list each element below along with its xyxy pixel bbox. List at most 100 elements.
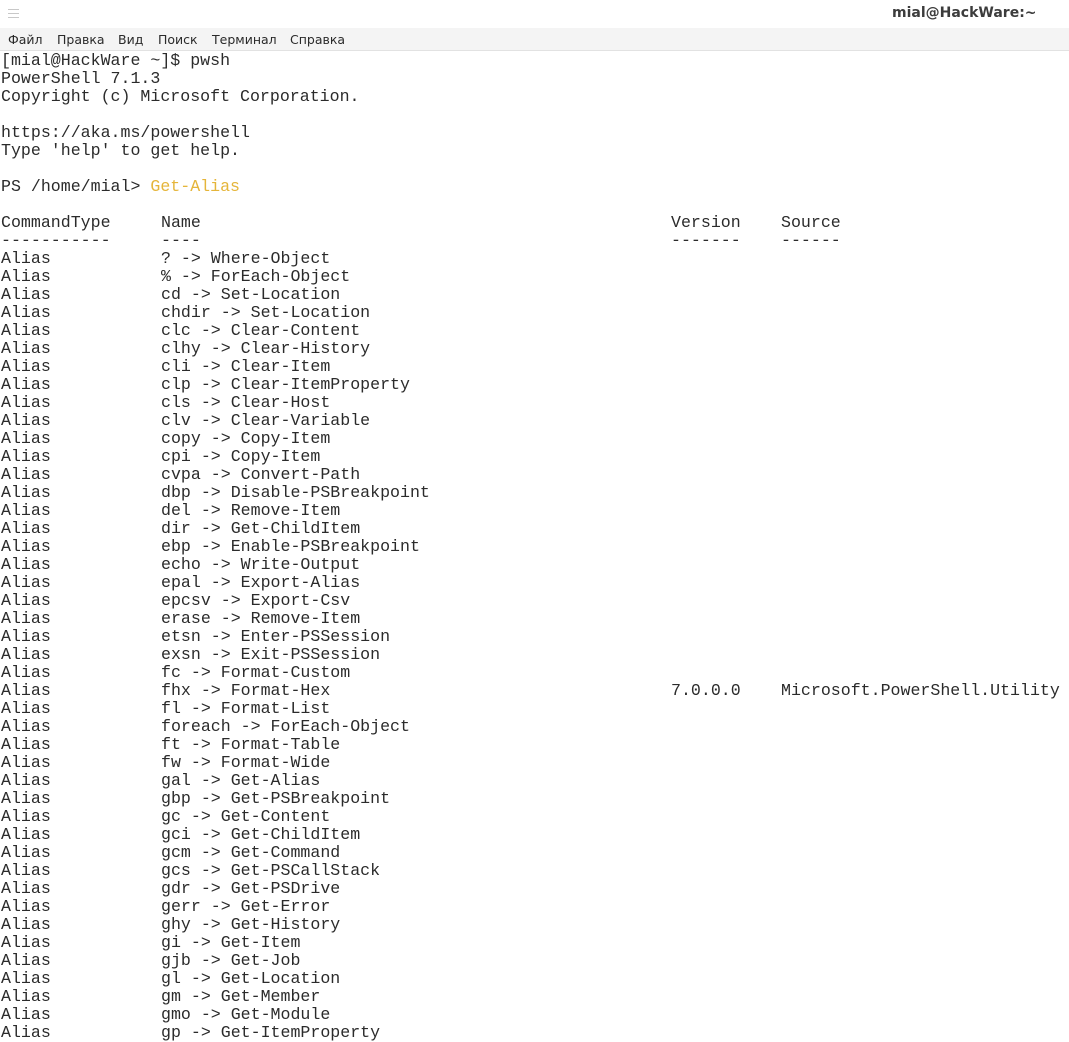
cell-name: cd -> Set-Location [161,285,341,304]
table-row: Alias ? -> Where-Object [1,250,1069,268]
table-row: Alias clhy -> Clear-History [1,340,1069,358]
table-row: Alias gcs -> Get-PSCallStack [1,862,1069,880]
cell-name: gjb -> Get-Job [161,951,301,970]
cell-name: chdir -> Set-Location [161,303,371,322]
cell-name: echo -> Write-Output [161,555,361,574]
cell-name: ebp -> Enable-PSBreakpoint [161,537,420,556]
table-row: Alias clv -> Clear-Variable [1,412,1069,430]
cell-name: cls -> Clear-Host [161,393,331,412]
cell-commandtype: Alias [1,987,51,1006]
table-row: Alias cvpa -> Convert-Path [1,466,1069,484]
table-row: Alias fhx -> Format-Hex 7.0.0.0 Microsoft.P… [1,682,1069,700]
cell-commandtype: Alias [1,1005,51,1024]
cell-name: foreach -> ForEach-Object [161,717,410,736]
cell-commandtype: Alias [1,771,51,790]
cell-name: gerr -> Get-Error [161,897,331,916]
cell-name: fl -> Format-List [161,699,331,718]
cell-name: gm -> Get-Member [161,987,321,1006]
cell-commandtype: Alias [1,321,51,340]
cell-commandtype: Alias [1,717,51,736]
cell-name: gp -> Get-ItemProperty [161,1023,381,1042]
cell-name: exsn -> Exit-PSSession [161,645,381,664]
cell-commandtype: Alias [1,735,51,754]
cell-name: del -> Remove-Item [161,501,341,520]
cell-commandtype: Alias [1,249,51,268]
cell-name: epal -> Export-Alias [161,573,361,592]
menu-search[interactable]: Поиск [158,32,198,47]
cell-version: 7.0.0.0 [671,681,741,700]
cell-commandtype: Alias [1,681,51,700]
cell-commandtype: Alias [1,915,51,934]
cell-commandtype: Alias [1,267,51,286]
title-bar: mial@HackWare:~ [0,0,1069,28]
menu-terminal[interactable]: Терминал [212,32,277,47]
cell-commandtype: Alias [1,339,51,358]
cell-name: ghy -> Get-History [161,915,341,934]
cell-commandtype: Alias [1,393,51,412]
menu-edit[interactable]: Правка [57,32,105,47]
table-separator: ----------- ---- ------- ------ [1,232,1069,250]
table-row: Alias etsn -> Enter-PSSession [1,628,1069,646]
cell-commandtype: Alias [1,753,51,772]
cell-commandtype: Alias [1,879,51,898]
cell-name: ? -> Where-Object [161,249,331,268]
cell-name: dir -> Get-ChildItem [161,519,361,538]
menu-bar: Файл Правка Вид Поиск Терминал Справка [0,28,1069,51]
ps-command-line: PS /home/mial> Get-Alias [1,178,1069,196]
cell-commandtype: Alias [1,519,51,538]
cell-commandtype: Alias [1,429,51,448]
cell-commandtype: Alias [1,591,51,610]
table-row: Alias cd -> Set-Location [1,286,1069,304]
cell-commandtype: Alias [1,537,51,556]
table-row: Alias gc -> Get-Content [1,808,1069,826]
table-row: Alias copy -> Copy-Item [1,430,1069,448]
terminal-output[interactable]: [mial@HackWare ~]$ pwsh PowerShell 7.1.3… [1,52,1069,1042]
cell-name: gi -> Get-Item [161,933,301,952]
cell-commandtype: Alias [1,465,51,484]
cell-commandtype: Alias [1,483,51,502]
cell-name: fw -> Format-Wide [161,753,331,772]
cell-name: clhy -> Clear-History [161,339,371,358]
cell-name: erase -> Remove-Item [161,609,361,628]
cell-name: gl -> Get-Location [161,969,341,988]
cell-commandtype: Alias [1,609,51,628]
table-row: Alias gal -> Get-Alias [1,772,1069,790]
table-row: Alias gi -> Get-Item [1,934,1069,952]
alias-table-body: Alias ? -> Where-Object Alias % -> ForEach-… [1,250,1069,1042]
hamburger-menu-icon[interactable] [8,9,19,18]
table-row: Alias gci -> Get-ChildItem [1,826,1069,844]
table-row: Alias cls -> Clear-Host [1,394,1069,412]
cell-name: clp -> Clear-ItemProperty [161,375,410,394]
header-commandtype: CommandType [1,213,111,232]
cell-commandtype: Alias [1,357,51,376]
cell-name: cli -> Clear-Item [161,357,331,376]
table-row: Alias fc -> Format-Custom [1,664,1069,682]
table-header: CommandType Name Version Source [1,214,1069,232]
shell-prompt-line: [mial@HackWare ~]$ pwsh [1,52,231,70]
cell-name: cpi -> Copy-Item [161,447,321,466]
header-source: Source [781,213,841,232]
table-row: Alias gm -> Get-Member [1,988,1069,1006]
cell-name: fc -> Format-Custom [161,663,351,682]
menu-view[interactable]: Вид [118,32,143,47]
cell-name: cvpa -> Convert-Path [161,465,361,484]
menu-help[interactable]: Справка [290,32,345,47]
table-row: Alias dbp -> Disable-PSBreakpoint [1,484,1069,502]
cell-commandtype: Alias [1,285,51,304]
table-row: Alias ebp -> Enable-PSBreakpoint [1,538,1069,556]
menu-file[interactable]: Файл [8,32,43,47]
cell-commandtype: Alias [1,375,51,394]
table-row: Alias dir -> Get-ChildItem [1,520,1069,538]
cell-name: clc -> Clear-Content [161,321,361,340]
cell-name: clv -> Clear-Variable [161,411,371,430]
table-row: Alias gdr -> Get-PSDrive [1,880,1069,898]
cell-commandtype: Alias [1,501,51,520]
cell-commandtype: Alias [1,573,51,592]
table-row: Alias gcm -> Get-Command [1,844,1069,862]
table-row: Alias fw -> Format-Wide [1,754,1069,772]
cell-name: % -> ForEach-Object [161,267,351,286]
table-row: Alias cli -> Clear-Item [1,358,1069,376]
separator-commandtype: ----------- [1,231,111,250]
